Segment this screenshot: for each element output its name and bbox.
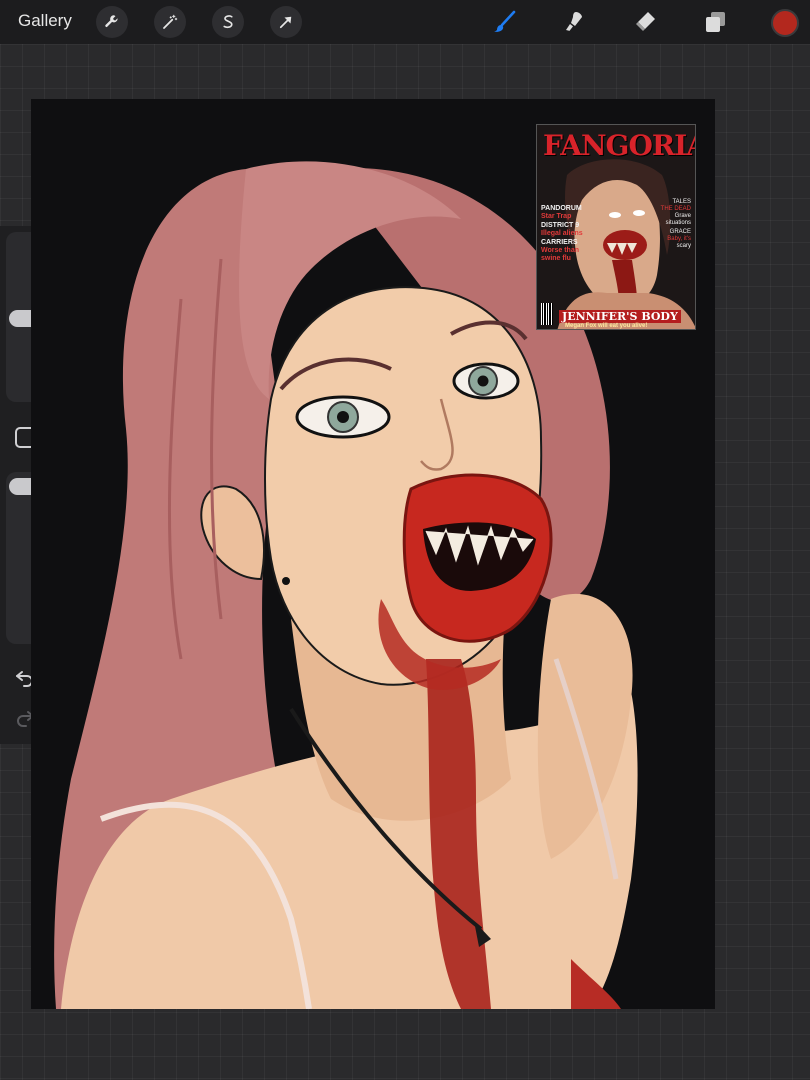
cover-line-3: DISTRICT 9 [541, 222, 580, 229]
eraser-icon [636, 12, 655, 31]
reference-banner: JENNIFER'S BODY [559, 310, 681, 323]
wrench-icon [105, 15, 118, 28]
brush-icon [494, 10, 516, 32]
smudge-tool-button[interactable] [559, 6, 591, 38]
cover-line-5: CARRIERS [541, 239, 578, 246]
earring [282, 577, 290, 585]
adjustments-button[interactable] [154, 6, 186, 38]
right-line-4: situations [665, 220, 691, 226]
transform-arrow-icon [279, 16, 292, 29]
eraser-tool-button[interactable] [629, 6, 661, 38]
right-line-2: THE DEAD [660, 206, 691, 212]
right-line-7: scary [676, 243, 691, 249]
right-line-6: Baby, it's [667, 236, 691, 242]
layers-button[interactable] [699, 6, 731, 38]
cover-line-2: Star Trap [541, 213, 572, 220]
cover-line-4: Illegal aliens [541, 230, 583, 237]
right-line-3: Grave [674, 213, 691, 219]
layers-icon [706, 12, 725, 32]
right-line-5: GRACE [669, 229, 691, 235]
magic-wand-icon [163, 14, 178, 29]
reference-image[interactable]: FANGORIA PANDORUM Star Trap DISTRICT 9 I… [536, 124, 696, 330]
color-picker-button[interactable] [771, 9, 799, 37]
reference-subline: Megan Fox will eat you alive! [565, 323, 648, 329]
gallery-button[interactable]: Gallery [18, 11, 72, 31]
right-line-1: TALES [672, 199, 691, 205]
cover-line-7: swine flu [541, 255, 571, 262]
cover-line-1: PANDORUM [541, 205, 582, 212]
transform-button[interactable] [270, 6, 302, 38]
cover-line-6: Worse than [541, 247, 579, 254]
top-toolbar: Gallery [0, 0, 810, 44]
reference-title: FANGORIA [543, 129, 696, 162]
brush-tool-button[interactable] [489, 6, 521, 38]
selection-button[interactable] [212, 6, 244, 38]
selection-s-icon [223, 15, 233, 29]
smudge-icon [566, 12, 582, 31]
actions-button[interactable] [96, 6, 128, 38]
barcode [541, 303, 553, 325]
